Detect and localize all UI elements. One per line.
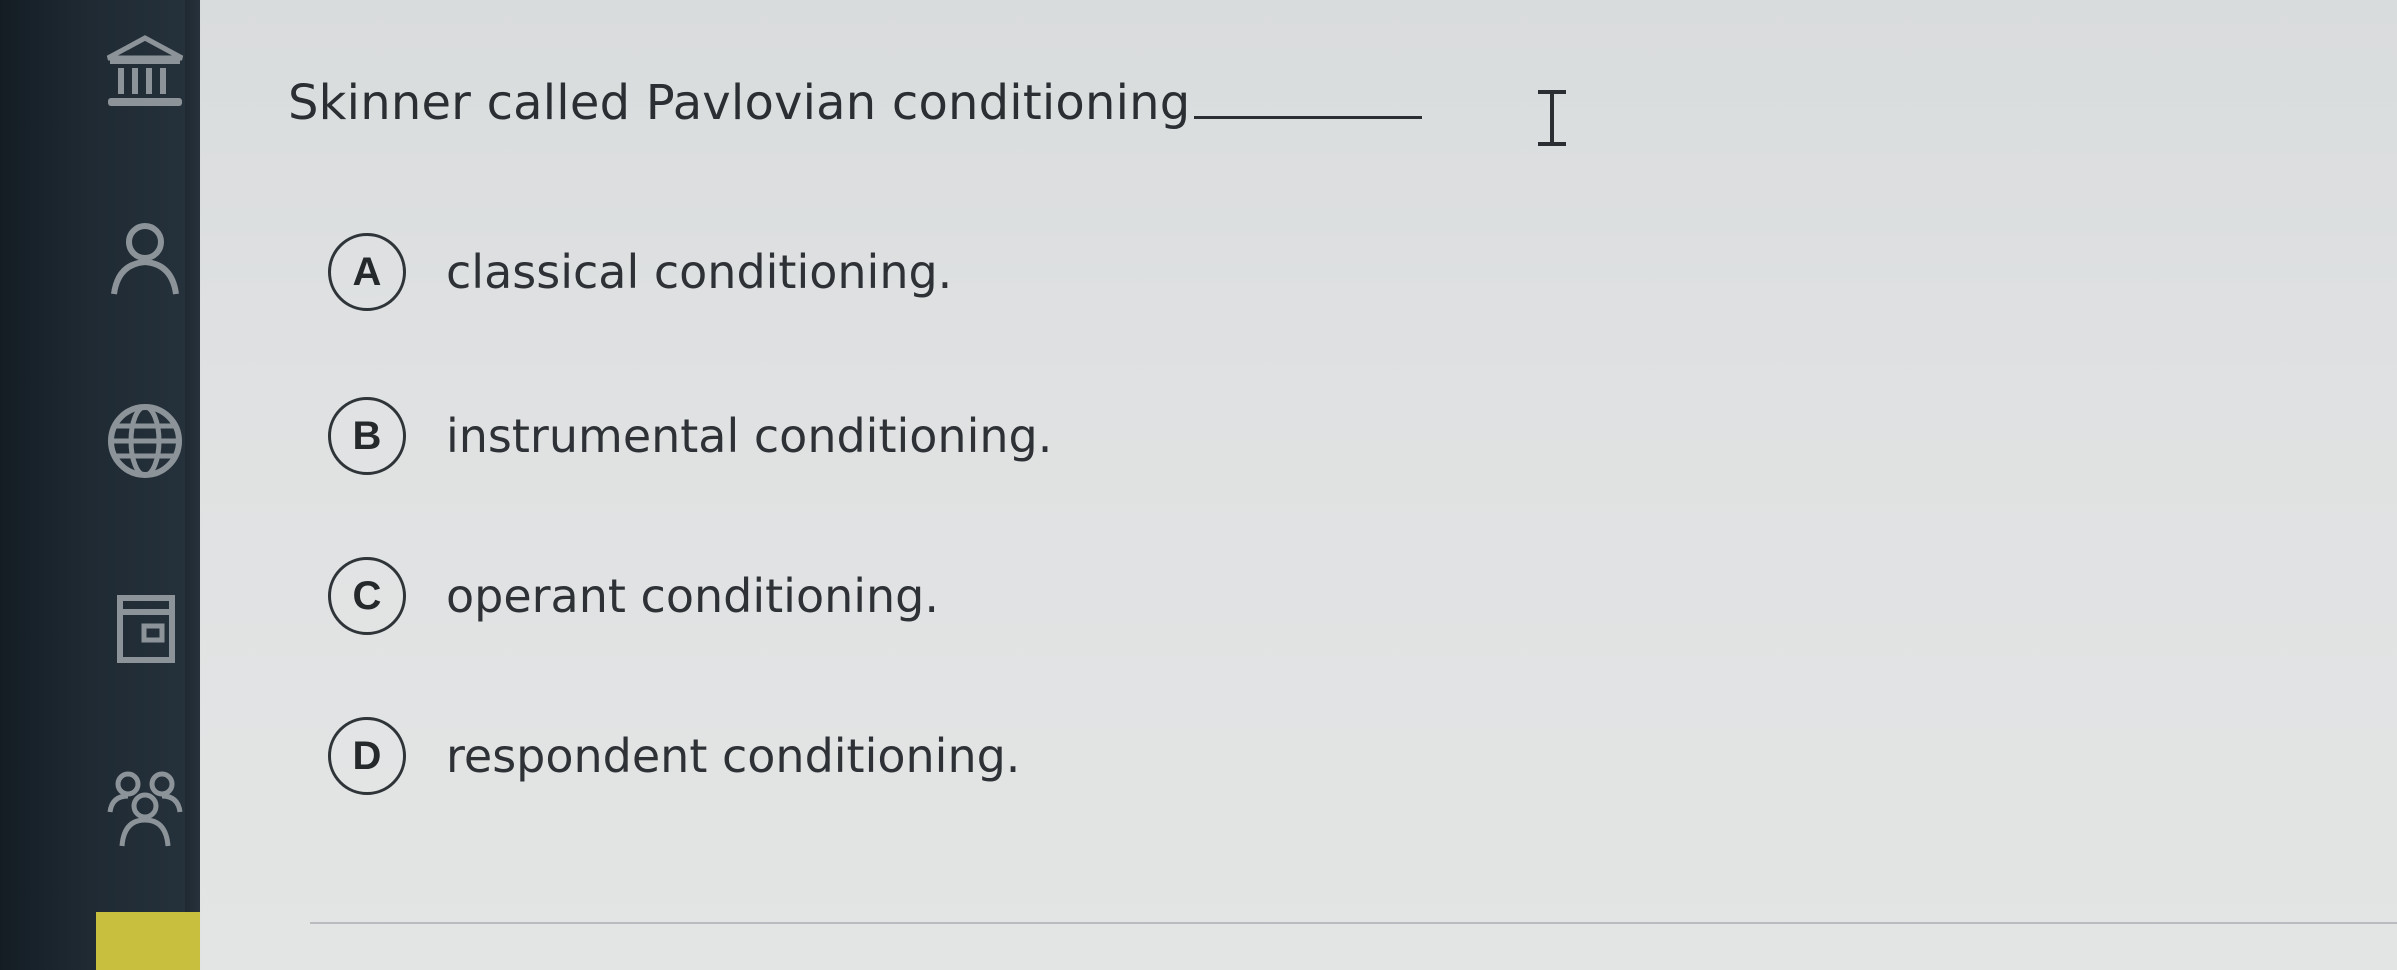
- answer-blank: [1194, 74, 1423, 119]
- option-c-text[interactable]: operant conditioning.: [446, 569, 939, 623]
- option-b[interactable]: B instrumental conditioning.: [328, 396, 1052, 476]
- question-prompt-text: Skinner called Pavlovian conditioning: [288, 75, 1191, 131]
- institution-icon[interactable]: [100, 28, 190, 118]
- group-icon[interactable]: [100, 760, 190, 850]
- option-c-letter[interactable]: C: [328, 557, 406, 635]
- sidebar-accent-block: [96, 912, 200, 970]
- question-panel: Skinner called Pavlovian conditioning A …: [200, 0, 2397, 970]
- option-b-text[interactable]: instrumental conditioning.: [446, 409, 1052, 463]
- option-d[interactable]: D respondent conditioning.: [328, 716, 1020, 796]
- calendar-icon[interactable]: [100, 586, 190, 676]
- sidebar-nav: [0, 0, 201, 970]
- option-a-text[interactable]: classical conditioning.: [446, 245, 952, 299]
- option-a-letter[interactable]: A: [328, 233, 406, 311]
- question-prompt: Skinner called Pavlovian conditioning: [288, 74, 1423, 131]
- option-d-letter[interactable]: D: [328, 717, 406, 795]
- option-d-text[interactable]: respondent conditioning.: [446, 729, 1020, 783]
- option-a[interactable]: A classical conditioning.: [328, 232, 952, 312]
- user-icon[interactable]: [100, 214, 190, 304]
- option-c[interactable]: C operant conditioning.: [328, 556, 939, 636]
- globe-icon[interactable]: [100, 396, 190, 486]
- text-cursor-icon: [1538, 90, 1566, 146]
- option-b-letter[interactable]: B: [328, 397, 406, 475]
- section-divider: [310, 922, 2397, 924]
